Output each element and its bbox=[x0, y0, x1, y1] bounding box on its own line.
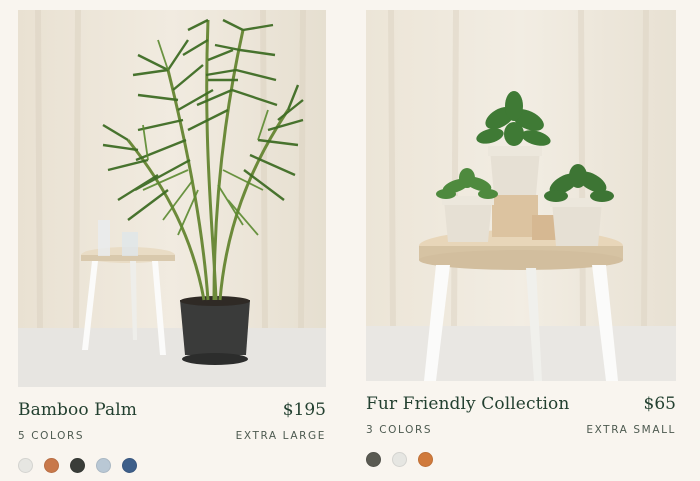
bamboo-palm-photo bbox=[18, 10, 326, 387]
color-swatch[interactable] bbox=[418, 452, 433, 467]
product-title-row: Bamboo Palm $195 bbox=[18, 400, 326, 420]
product-image-bamboo-palm[interactable] bbox=[18, 10, 326, 387]
color-swatch[interactable] bbox=[44, 458, 59, 473]
product-colors-count: 5 COLORS bbox=[18, 430, 85, 442]
fur-friendly-collection-photo bbox=[366, 10, 676, 381]
color-swatch[interactable] bbox=[392, 452, 407, 467]
color-swatches bbox=[18, 458, 137, 473]
color-swatches bbox=[366, 452, 433, 467]
product-price: $195 bbox=[282, 400, 326, 420]
color-swatch[interactable] bbox=[18, 458, 33, 473]
product-colors-count: 3 COLORS bbox=[366, 424, 433, 436]
product-meta-row: 3 COLORS EXTRA SMALL bbox=[366, 424, 676, 436]
product-meta-row: 5 COLORS EXTRA LARGE bbox=[18, 430, 326, 442]
product-image-fur-friendly-collection[interactable] bbox=[366, 10, 676, 381]
product-name[interactable]: Bamboo Palm bbox=[18, 400, 137, 420]
color-swatch[interactable] bbox=[96, 458, 111, 473]
product-card-fur-friendly-collection[interactable]: Fur Friendly Collection $65 3 COLORS EXT… bbox=[366, 0, 676, 467]
product-card-bamboo-palm[interactable]: Bamboo Palm $195 5 COLORS EXTRA LARGE bbox=[18, 0, 326, 473]
product-size: EXTRA LARGE bbox=[235, 430, 326, 442]
color-swatch[interactable] bbox=[122, 458, 137, 473]
color-swatch[interactable] bbox=[366, 452, 381, 467]
product-name[interactable]: Fur Friendly Collection bbox=[366, 394, 569, 414]
color-swatch[interactable] bbox=[70, 458, 85, 473]
product-price: $65 bbox=[643, 394, 676, 414]
product-title-row: Fur Friendly Collection $65 bbox=[366, 394, 676, 414]
product-size: EXTRA SMALL bbox=[586, 424, 676, 436]
